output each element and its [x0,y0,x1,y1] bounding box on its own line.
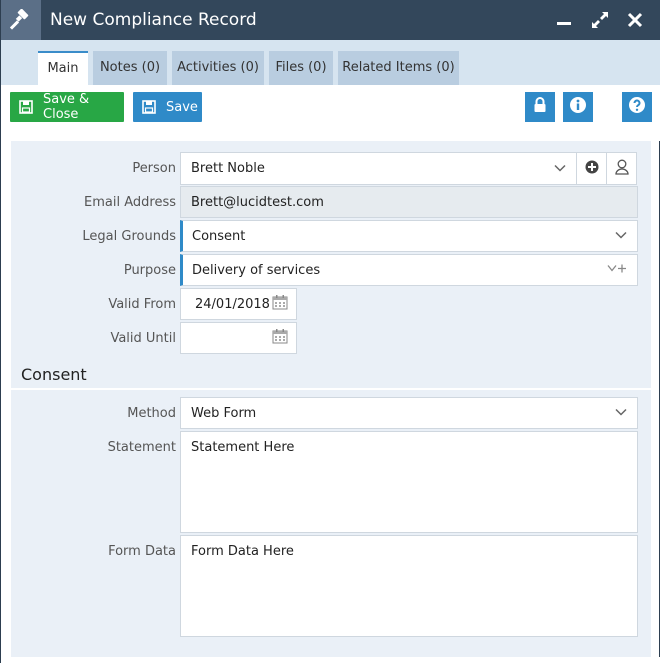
save-close-button[interactable]: Save & Close [10,92,124,122]
form-data-value: Form Data Here [191,544,294,559]
help-button[interactable] [622,92,652,122]
legal-grounds-value: Consent [192,228,246,244]
person-select[interactable]: Brett Noble [180,152,577,185]
window-bottom-edge [1,657,660,663]
statement-label: Statement [107,440,176,455]
form-data-textarea[interactable]: Form Data Here [180,535,638,637]
purpose-value: Delivery of services [192,262,321,278]
person-value: Brett Noble [191,161,265,176]
save-button[interactable]: Save [133,92,202,122]
email-value: Brett@lucidtest.com [191,194,324,210]
window-title: New Compliance Record [50,10,257,30]
form-data-label: Form Data [108,544,176,559]
tab-files[interactable]: Files (0) [269,51,333,85]
minimize-icon[interactable] [551,0,577,40]
tab-notes[interactable]: Notes (0) [93,51,167,85]
person-label: Person [132,161,176,176]
valid-from-label: Valid From [108,297,176,312]
save-label: Save [166,99,198,115]
email-label: Email Address [84,195,176,210]
chevron-down-icon [554,161,566,176]
help-icon [628,96,646,118]
chevron-plus-icon [607,263,627,278]
email-field[interactable]: Brett@lucidtest.com [180,186,638,218]
save-icon [142,100,156,114]
title-bar: New Compliance Record [1,0,660,40]
valid-until-label: Valid Until [110,331,176,346]
purpose-label: Purpose [123,263,176,278]
consent-section-title: Consent [21,365,87,384]
method-value: Web Form [191,405,257,421]
lock-button[interactable] [525,92,555,122]
calendar-icon[interactable] [272,294,288,314]
valid-from-date-input[interactable]: 24/01/2018 [180,288,297,320]
statement-value: Statement Here [191,440,295,455]
tab-related-items[interactable]: Related Items (0) [338,51,459,85]
add-circle-icon [585,160,599,178]
valid-from-value: 24/01/2018 [195,296,270,312]
add-person-button[interactable] [576,152,607,185]
calendar-icon[interactable] [272,328,288,348]
valid-until-date-input[interactable] [180,322,297,354]
legal-grounds-label: Legal Grounds [82,229,176,244]
section-divider [11,388,651,390]
view-person-button[interactable] [606,152,637,185]
purpose-select[interactable]: Delivery of services [180,254,638,286]
close-icon[interactable] [622,0,648,40]
tab-bar: Main Notes (0) Activities (0) Files (0) … [1,40,660,85]
tab-activities[interactable]: Activities (0) [172,51,264,85]
compliance-record-window: New Compliance Record Main Notes (0) Act… [0,0,660,663]
save-icon [19,100,33,114]
gavel-icon [1,0,41,40]
form-panel: Person Brett Noble Email Address Brett@l… [11,141,651,657]
legal-grounds-select[interactable]: Consent [180,220,638,252]
statement-textarea[interactable]: Statement Here [180,431,638,533]
save-close-label: Save & Close [43,92,90,122]
method-label: Method [127,406,176,421]
tab-main[interactable]: Main [38,51,88,85]
maximize-icon[interactable] [587,0,613,40]
info-icon [569,96,587,118]
chevron-down-icon [615,406,627,421]
info-button[interactable] [563,92,593,122]
lock-icon [533,97,547,117]
chevron-down-icon [615,229,627,244]
method-select[interactable]: Web Form [180,397,638,429]
person-icon [614,159,629,179]
toolbar: Save & Close Save [1,85,660,141]
